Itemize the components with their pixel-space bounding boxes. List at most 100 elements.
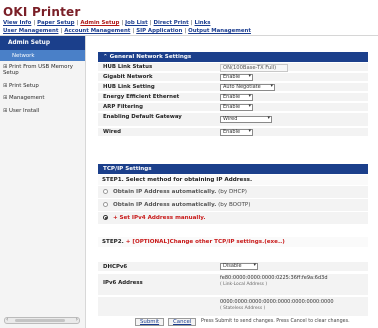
section-title: General Network Settings [109, 54, 192, 60]
default-gateway-select[interactable]: Wired ▾ [220, 116, 272, 123]
ipv6-stateless: 0000:0000:0000:0000:0000:0000:0000:0000 [220, 299, 334, 305]
select-value: Wired [223, 116, 238, 122]
sidebar-item-user-install[interactable]: ⊞User Install [0, 105, 85, 117]
chevron-down-icon: ▾ [248, 103, 251, 109]
hub-link-setting-select[interactable]: Auto Negotiate ▾ [220, 84, 275, 91]
ipv6-link-local: fe80:0000:0000:0000:0225:36ff:fe9a:6d3d [220, 275, 328, 281]
sidebar-item-print-from-usb[interactable]: ⊞Print From USB Memory Setup [0, 61, 85, 80]
sidebar-horizontal-scrollbar[interactable]: ‹ › [4, 316, 80, 324]
hub-link-setting-row: HUB Link Setting Auto Negotiate ▾ [98, 83, 368, 92]
radio-manual[interactable] [103, 215, 108, 220]
default-gateway-row: Enabling Default Gateway Wired ▾ [98, 113, 368, 127]
step2-row: STEP2. + [OPTIONAL]Change other TCP/IP s… [98, 237, 368, 247]
app-title: OKI Printer [3, 5, 81, 19]
sidebar-item-network[interactable]: Network [0, 50, 85, 61]
hub-link-status-value: ON(100Base-TX Full) [220, 64, 288, 72]
sidebar-item-label: User Install [9, 107, 40, 114]
chevron-down-icon: ▾ [248, 93, 251, 99]
option-note: (by BOOTP) [218, 202, 251, 208]
secondary-nav: User Management | Account Management | SIP A… [3, 28, 251, 34]
chevron-down-icon: ▾ [253, 262, 256, 268]
field-label: ARP Filtering [103, 104, 143, 110]
scroll-right-icon[interactable]: › [76, 316, 78, 323]
nav-user-management[interactable]: User Management [3, 28, 58, 34]
field-label: Gigabit Network [103, 74, 153, 80]
action-bar: Submit Cancel Press Submit to send chang… [90, 316, 378, 328]
gigabit-network-row: Gigabit Network Enable ▾ [98, 73, 368, 82]
ipv6-link-local-note: ( Link-Local Address ) [220, 282, 268, 287]
nav-links[interactable]: Links [195, 20, 211, 26]
sidebar-item-label: Management [9, 95, 45, 102]
nav-view-info[interactable]: View Info [3, 20, 31, 26]
general-network-section-header[interactable]: ⌃ General Network Settings [98, 52, 368, 62]
nav-output-management[interactable]: Output Management [188, 28, 251, 34]
collapse-icon[interactable]: ⌃ [103, 54, 108, 60]
ipv6-address-row: IPv6 Address fe80:0000:0000:0000:0225:36… [98, 274, 368, 296]
nav-direct-print[interactable]: Direct Print [154, 20, 189, 26]
wired-select[interactable]: Enable ▾ [220, 129, 253, 136]
arp-filtering-select[interactable]: Enable ▾ [220, 104, 253, 111]
chevron-down-icon: ▾ [270, 83, 273, 89]
sidebar-item-label: Print From USB Memory Setup [3, 64, 73, 77]
field-label: Enabling Default Gateway [103, 114, 182, 120]
ipv6-stateless-note: ( Stateless Address ) [220, 306, 266, 311]
sidebar-item-print-setup[interactable]: ⊞Print Setup [0, 80, 85, 92]
option-dhcp[interactable]: Obtain IP Address automatically. (by DHC… [98, 186, 368, 198]
field-label: Wired [103, 129, 121, 135]
nav-admin-setup[interactable]: Admin Setup [80, 20, 119, 26]
field-label: HUB Link Status [103, 64, 153, 70]
energy-efficient-select[interactable]: Enable ▾ [220, 94, 253, 101]
select-value: Enable [223, 129, 241, 135]
step2-expand-icon[interactable]: + [126, 239, 131, 245]
nav-sip-application[interactable]: SIP Application [136, 28, 182, 34]
tcpip-section-header[interactable]: TCP/IP Settings [98, 164, 368, 174]
select-value: Disable [223, 263, 242, 269]
scrollbar-thumb[interactable] [15, 319, 65, 322]
sidebar-item-management[interactable]: ⊞Management [0, 92, 85, 104]
chevron-down-icon: ▾ [248, 128, 251, 134]
footer-note: Press Submit to send changes. Press Canc… [201, 319, 350, 324]
select-value: Enable [223, 94, 241, 100]
option-label: Obtain IP Address automatically. [113, 202, 217, 208]
nav-job-list[interactable]: Job List [125, 20, 148, 26]
gigabit-network-select[interactable]: Enable ▾ [220, 74, 253, 81]
field-label: Energy Efficient Ethernet [103, 94, 180, 100]
step1-label: STEP1. Select method for obtaining IP Ad… [98, 175, 368, 185]
dhcpv6-row: DHCPv6 Disable ▾ [98, 262, 368, 272]
sidebar-heading: Admin Setup [0, 36, 85, 50]
option-label: Set IPv4 Address manually. [119, 215, 206, 221]
radio-bootp[interactable] [103, 202, 108, 207]
arp-filtering-row: ARP Filtering Enable ▾ [98, 103, 368, 112]
main-panel: ⌃ General Network Settings HUB Link Stat… [90, 36, 378, 328]
cancel-button[interactable]: Cancel [168, 318, 197, 326]
dhcpv6-select[interactable]: Disable ▾ [220, 263, 258, 270]
section-title: TCP/IP Settings [103, 166, 152, 172]
select-value: Enable [223, 74, 241, 80]
chevron-down-icon: ▾ [267, 115, 270, 121]
sidebar-item-label: Print Setup [9, 82, 39, 89]
nav-account-management[interactable]: Account Management [64, 28, 130, 34]
expand-icon[interactable]: + [113, 215, 118, 221]
option-manual[interactable]: + Set IPv4 Address manually. [98, 212, 368, 224]
field-label: DHCPv6 [103, 264, 128, 270]
hub-link-status-row: HUB Link Status ON(100Base-TX Full) [98, 63, 368, 72]
chevron-down-icon: ▾ [248, 73, 251, 79]
select-value: Auto Negotiate [223, 84, 261, 90]
radio-dhcp[interactable] [103, 189, 108, 194]
ipv6-stateless-row: 0000:0000:0000:0000:0000:0000:0000:0000 … [98, 297, 368, 317]
wired-row: Wired Enable ▾ [98, 128, 368, 137]
nav-paper-setup[interactable]: Paper Setup [37, 20, 74, 26]
option-label: Obtain IP Address automatically. [113, 189, 217, 195]
field-label: HUB Link Setting [103, 84, 155, 90]
option-bootp[interactable]: Obtain IP Address automatically. (by BOO… [98, 199, 368, 211]
scroll-left-icon[interactable]: ‹ [6, 316, 8, 323]
field-label: IPv6 Address [103, 280, 143, 286]
step2-optional-link[interactable]: [OPTIONAL]Change other TCP/IP settings.(… [132, 239, 284, 245]
submit-button[interactable]: Submit [135, 318, 165, 326]
option-note: (by DHCP) [218, 189, 247, 195]
select-value: Enable [223, 104, 241, 110]
step2-label: STEP2. [102, 239, 124, 245]
header-bar: OKI Printer View Info | Paper Setup | Admin … [0, 0, 378, 36]
energy-efficient-row: Energy Efficient Ethernet Enable ▾ [98, 93, 368, 102]
main-nav: View Info | Paper Setup | Admin Setup | Job Li… [3, 20, 211, 26]
